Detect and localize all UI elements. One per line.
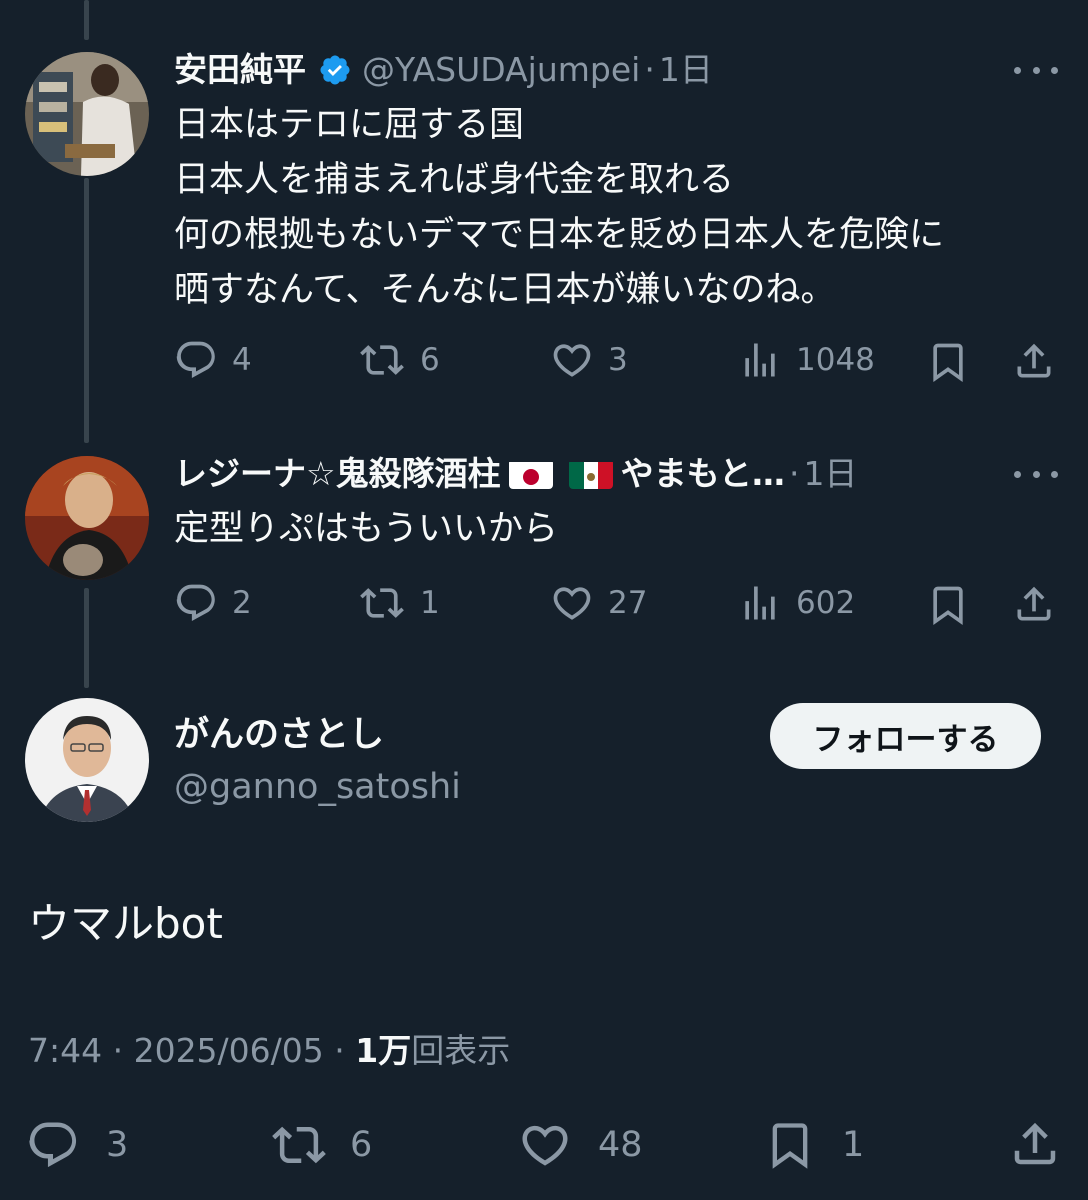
bookmark-icon [772, 1123, 808, 1169]
views-count: 1048 [796, 342, 875, 378]
thread-line-1 [84, 178, 89, 443]
main-retweet-button[interactable]: 6 [270, 1118, 372, 1172]
thread-line-top [84, 0, 89, 40]
avatar-regina[interactable] [25, 456, 149, 580]
avatar-ganno[interactable] [25, 698, 149, 822]
main-tweet-handle[interactable]: @ganno_satoshi [174, 764, 461, 810]
main-tweet-text: ウマルbot [28, 899, 223, 948]
tweet-2-text: 定型りぷはもういいから [174, 509, 558, 549]
tweet-1-time[interactable]: 1日 [659, 48, 713, 92]
tweet-1-display-name[interactable]: 安田純平 [174, 48, 306, 92]
tweet-2-display-name[interactable]: レジーナ☆鬼殺隊酒柱 [174, 452, 501, 496]
main-share-button[interactable] [1008, 1116, 1062, 1172]
follow-button[interactable]: フォローする [770, 703, 1041, 769]
views-icon [745, 586, 775, 620]
thread-line-2 [84, 588, 89, 688]
views-count: 602 [796, 585, 856, 621]
heart-icon [553, 587, 591, 620]
share-icon [1017, 586, 1051, 621]
tweet-1-handle[interactable]: @YASUDAjumpei [362, 48, 640, 92]
bookmark-icon [933, 586, 963, 626]
views-button[interactable]: 1048 [738, 338, 875, 382]
mexico-flag-icon [568, 459, 613, 489]
retweet-button[interactable]: 1 [358, 581, 440, 625]
share-button[interactable] [1012, 581, 1056, 627]
tweet-2-separator: · [788, 454, 800, 493]
reply-button[interactable]: 2 [174, 581, 252, 625]
verified-badge-icon [318, 53, 352, 87]
bookmark-button[interactable] [926, 338, 970, 386]
avatar-yasuda[interactable] [25, 52, 149, 176]
bookmark-button[interactable] [926, 581, 970, 629]
retweet-count: 1 [420, 585, 440, 621]
bookmark-icon [933, 343, 963, 383]
reply-count: 4 [232, 342, 252, 378]
like-button[interactable]: 3 [550, 338, 628, 382]
main-tweet-views-label: 回表示 [411, 1031, 511, 1070]
tweet-2-header: レジーナ☆鬼殺隊酒柱 やまもと… · 1日 [174, 452, 857, 496]
share-icon [1014, 1122, 1056, 1165]
views-button[interactable]: 602 [738, 581, 855, 625]
main-tweet-views-count: 1万 [355, 1031, 412, 1070]
share-button[interactable] [1012, 338, 1056, 384]
japan-flag-icon [508, 459, 553, 489]
main-bookmark-button[interactable]: 1 [764, 1116, 864, 1174]
retweet-icon [360, 588, 404, 618]
heart-icon [553, 344, 591, 377]
retweet-icon [272, 1126, 326, 1164]
more-options-icon[interactable] [1014, 464, 1058, 484]
heart-icon [522, 1125, 568, 1166]
main-reply-button[interactable]: 3 [26, 1118, 128, 1172]
main-tweet-timestamp[interactable]: 7:44 · 2025/06/05 · [28, 1031, 355, 1070]
like-count: 27 [608, 585, 648, 621]
like-count: 3 [608, 342, 628, 378]
reply-count: 2 [232, 585, 252, 621]
main-tweet-meta: 7:44 · 2025/06/05 · 1万回表示 [28, 1028, 510, 1074]
main-tweet-display-name[interactable]: がんのさとし [174, 712, 384, 758]
tweet-1-text: 日本はテロに屈する国 日本人を捕まえれば身代金を取れる 何の根拠もないデマで日本… [174, 105, 945, 310]
main-retweet-count: 6 [350, 1125, 373, 1165]
views-icon [745, 343, 775, 377]
tweet-2-display-name-suffix[interactable]: やまもと… [621, 452, 785, 496]
reply-icon [176, 341, 215, 379]
reply-icon [29, 1122, 77, 1168]
reply-button[interactable]: 4 [174, 338, 252, 382]
main-reply-count: 3 [106, 1125, 129, 1165]
reply-icon [176, 584, 215, 622]
more-options-icon[interactable] [1014, 60, 1058, 80]
retweet-count: 6 [420, 342, 440, 378]
main-like-button[interactable]: 48 [518, 1118, 643, 1172]
main-like-count: 48 [598, 1125, 643, 1165]
tweet-1-separator: · [644, 50, 655, 89]
main-bookmark-count: 1 [842, 1125, 865, 1165]
retweet-button[interactable]: 6 [358, 338, 440, 382]
tweet-2-time[interactable]: 1日 [803, 452, 857, 496]
retweet-icon [360, 345, 404, 375]
like-button[interactable]: 27 [550, 581, 647, 625]
tweet-1-header: 安田純平 @YASUDAjumpei · 1日 [174, 48, 713, 92]
share-icon [1017, 343, 1051, 378]
